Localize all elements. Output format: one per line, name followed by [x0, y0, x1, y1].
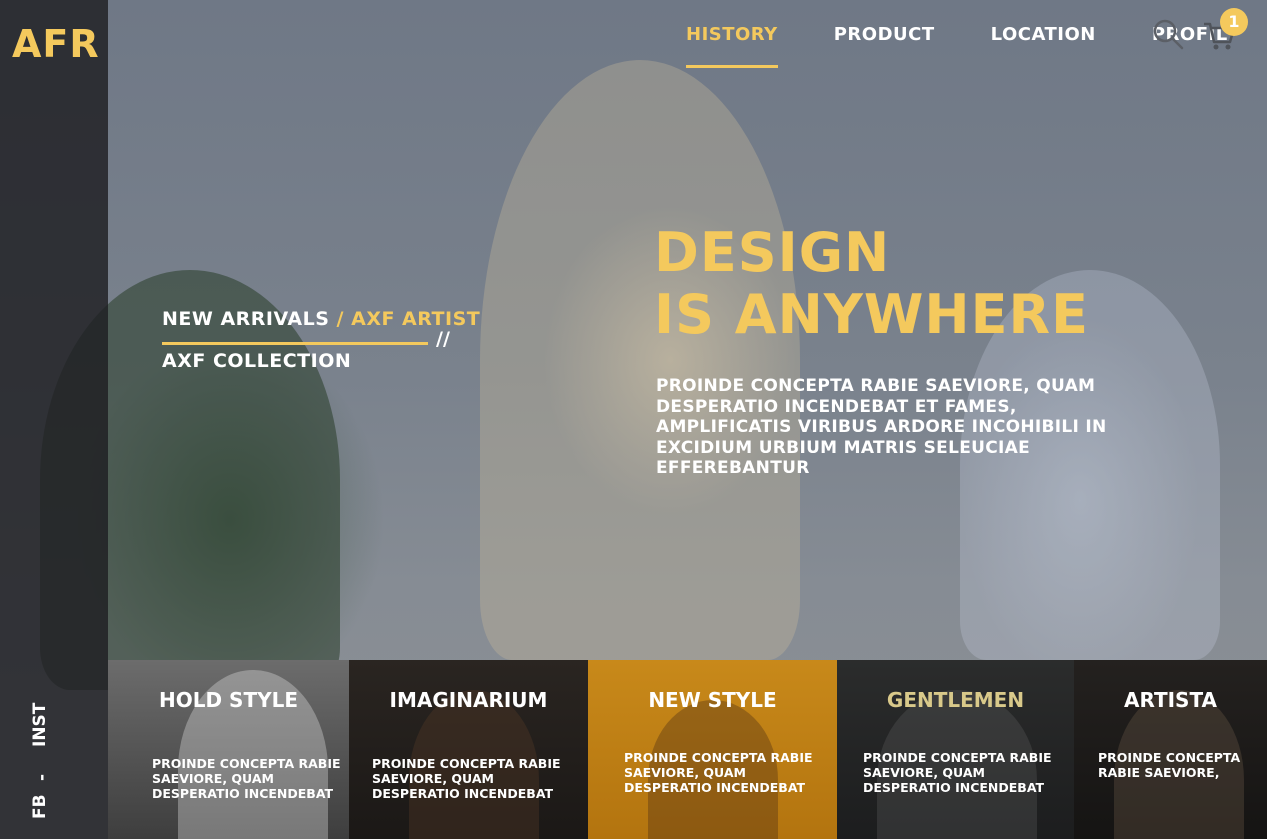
breadcrumb-collection[interactable]: AXF COLLECTION: [162, 350, 351, 372]
card-description: PROINDE CONCEPTA RABIE SAEVIORE, QUAM DE…: [863, 750, 1052, 795]
search-icon[interactable]: [1152, 18, 1184, 50]
category-card-imaginarium[interactable]: IMAGINARIUM PROINDE CONCEPTA RABIE SAEVI…: [349, 660, 588, 839]
cart-count-badge: 1: [1220, 8, 1248, 36]
breadcrumb-axf-artist[interactable]: AXF ARTIST: [351, 308, 480, 330]
hero-title-line2: IS ANYWHERE: [654, 283, 1089, 346]
category-card-new-style[interactable]: NEW STYLE PROINDE CONCEPTA RABIE SAEVIOR…: [588, 660, 837, 839]
social-inst-link[interactable]: INST: [30, 703, 50, 747]
nav-item-product[interactable]: PRODUCT: [820, 24, 949, 45]
card-title: IMAGINARIUM: [389, 688, 548, 712]
hero-person-center: [480, 60, 800, 660]
social-fb-link[interactable]: FB: [30, 794, 50, 819]
breadcrumb-separator: /: [336, 308, 344, 330]
social-links: FB - INST: [30, 701, 60, 821]
hero-page: AFR FB - INST HISTORY PRODUCT LOCATION P…: [0, 0, 1267, 839]
card-title: GENTLEMEN: [886, 688, 1025, 712]
hero-title: DESIGN IS ANYWHERE: [654, 222, 1089, 346]
hero-description: PROINDE CONCEPTA RABIE SAEVIORE, QUAM DE…: [656, 376, 1107, 478]
card-description: PROINDE CONCEPTA RABIE SAEVIORE, QUAM DE…: [624, 750, 813, 795]
breadcrumb: NEW ARRIVALS / AXF ARTIST // AXF COLLECT…: [162, 308, 480, 372]
logo[interactable]: AFR: [12, 22, 100, 66]
category-card-artista[interactable]: ARTISTA PROINDE CONCEPTA RABIE SAEVIORE,: [1074, 660, 1267, 839]
category-card-hold-style[interactable]: HOLD STYLE PROINDE CONCEPTA RABIE SAEVIO…: [108, 660, 349, 839]
nav-item-history[interactable]: HISTORY: [672, 24, 792, 68]
breadcrumb-new-arrivals[interactable]: NEW ARRIVALS: [162, 308, 329, 330]
social-separator: -: [32, 773, 52, 781]
breadcrumb-underline: [162, 342, 428, 345]
nav-item-location[interactable]: LOCATION: [977, 24, 1110, 45]
hero-title-line1: DESIGN: [654, 221, 891, 284]
card-description: PROINDE CONCEPTA RABIE SAEVIORE,: [1098, 750, 1241, 780]
category-card-gentlemen[interactable]: GENTLEMEN PROINDE CONCEPTA RABIE SAEVIOR…: [837, 660, 1074, 839]
card-title: HOLD STYLE: [159, 688, 298, 712]
card-title: ARTISTA: [1123, 688, 1218, 712]
card-title: NEW STYLE: [648, 688, 777, 712]
category-strip: HOLD STYLE PROINDE CONCEPTA RABIE SAEVIO…: [108, 660, 1267, 839]
card-description: PROINDE CONCEPTA RABIE SAEVIORE, QUAM DE…: [152, 756, 341, 801]
breadcrumb-slashes: //: [436, 328, 450, 350]
card-description: PROINDE CONCEPTA RABIE SAEVIORE, QUAM DE…: [372, 756, 561, 801]
sidebar: AFR FB - INST: [0, 0, 108, 839]
